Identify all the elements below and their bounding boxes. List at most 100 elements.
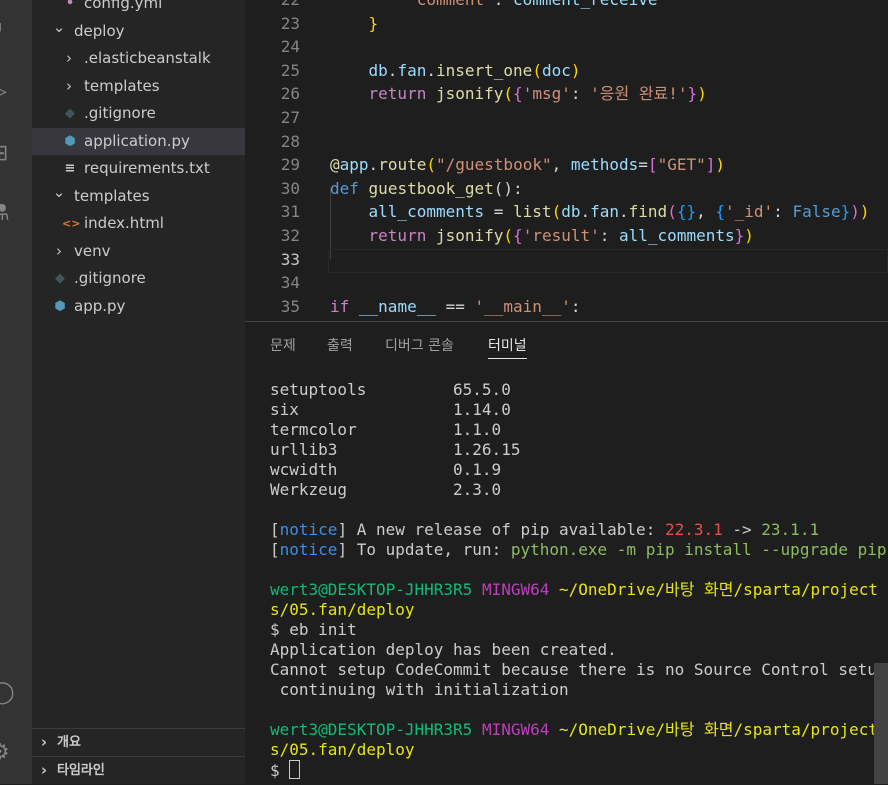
code-token: .	[619, 202, 629, 222]
terminal-text: wert3@DESKTOP-JHHR3R5	[270, 720, 473, 739]
code-token: )	[715, 155, 726, 175]
terminal-line: urllib3 1.26.15	[270, 440, 870, 460]
current-line-highlight	[328, 249, 888, 273]
timeline-section[interactable]: › 타임라인	[32, 756, 245, 784]
terminal-line: $	[270, 760, 870, 780]
terminal-line: wcwidth 0.1.9	[270, 460, 870, 480]
code-editor[interactable]: 22 'comment': comment_receive 23 } 24 25 db…	[245, 0, 888, 321]
terminal-text: ->	[722, 520, 762, 539]
explorer-item[interactable]: ◆ .gitignore	[32, 100, 245, 127]
explorer-item[interactable]: › venv	[32, 238, 245, 265]
code-line: if __name__ == '__main__':	[330, 295, 580, 319]
terminal-text: [	[270, 540, 280, 559]
explorer-item[interactable]: › .elasticbeanstalk	[32, 45, 245, 72]
terminal-text: ~/OneDrive/바탕 화면/sparta/project	[559, 580, 878, 599]
line-number: 27	[280, 108, 300, 127]
run-debug-icon[interactable]: ▷	[0, 72, 32, 112]
code-token: def	[330, 178, 359, 198]
terminal-line: setuptools 65.5.0	[270, 380, 870, 400]
terminal-text: notice	[279, 540, 338, 559]
terminal-text: ~/OneDrive/바탕 화면/sparta/project	[559, 720, 878, 739]
line-number: 34	[280, 273, 300, 293]
code-token: .	[580, 202, 591, 222]
explorer-item-label: .gitignore	[74, 269, 146, 287]
terminal-line: Cannot setup CodeCommit because there is…	[270, 660, 888, 680]
explorer-item[interactable]: › templates	[32, 73, 245, 100]
code-token: comment_receive	[513, 0, 658, 9]
terminal-text: $	[270, 761, 290, 780]
explorer-item[interactable]: <> index.html	[32, 210, 245, 237]
explorer-item-label: deploy	[74, 21, 125, 40]
code-token: return	[368, 226, 427, 245]
code-token: 'msg'	[522, 84, 571, 104]
explorer-item-label: index.html	[84, 214, 164, 232]
explorer-item-label: application.py	[84, 131, 190, 150]
accounts-icon[interactable]: ◯	[0, 673, 32, 713]
code-token: all_comments	[619, 226, 735, 245]
terminal-text: MINGW64	[481, 720, 550, 739]
explorer-item[interactable]: ⌄ deploy	[32, 18, 245, 45]
code-token: {}	[676, 202, 697, 222]
testing-icon[interactable]: ⚗	[0, 194, 32, 234]
terminal-line: continuing with initialization	[270, 680, 870, 700]
terminal-text: wert3@DESKTOP-JHHR3R5	[270, 580, 473, 599]
code-token: {	[513, 226, 523, 245]
explorer-item-label: templates	[84, 76, 160, 95]
explorer-item-label: app.py	[74, 296, 126, 315]
timeline-section-label: 타임라인	[57, 763, 105, 778]
terminal-text: ] A new release of pip available:	[337, 520, 665, 539]
code-token: :	[570, 84, 591, 104]
code-token: )	[744, 226, 754, 245]
tab-debug-console[interactable]: 디버그 콘솔	[385, 334, 454, 358]
file-type-icon: <>	[62, 217, 81, 230]
terminal-text: Werkzeug 2.3.0	[270, 480, 502, 499]
code-token: insert_one	[435, 60, 533, 80]
explorer-item[interactable]: ⌄ templates	[32, 183, 245, 210]
explorer-item-label: config.yml	[84, 0, 163, 12]
terminal-output[interactable]: setuptools 65.5.0 six 1.14.0 termcolor 1.1…	[270, 380, 888, 780]
explorer-item[interactable]: ⬢ app.py	[32, 293, 245, 320]
code-token: {	[513, 84, 523, 104]
manage-gear-icon[interactable]: ⚙	[0, 733, 32, 773]
terminal-text: urllib3 1.26.15	[270, 440, 521, 459]
tab-output[interactable]: 출력	[327, 334, 353, 358]
extensions-icon[interactable]: ⊞	[0, 134, 32, 174]
explorer-item-label: .gitignore	[84, 104, 156, 122]
terminal-text: s/05.fan/deploy	[270, 740, 415, 759]
code-token: all_comments	[368, 202, 485, 222]
code-token: }	[840, 202, 851, 222]
code-token: "GET"	[657, 155, 706, 175]
code-line: 'comment': comment_receive	[330, 0, 658, 12]
source-control-icon[interactable]: ⑂	[0, 12, 32, 52]
code-token: ,	[696, 202, 716, 222]
outline-section[interactable]: › 개요	[32, 728, 245, 756]
code-token: list	[513, 202, 552, 222]
code-token: jsonify	[435, 84, 504, 104]
code-token: =	[638, 155, 648, 175]
tab-terminal[interactable]: 터미널	[488, 334, 527, 359]
terminal-line: six 1.14.0	[270, 400, 870, 420]
tab-problems[interactable]: 문제	[270, 334, 296, 358]
line-number: 30	[280, 178, 300, 198]
code-token: .	[368, 155, 379, 175]
code-token: fan	[590, 202, 620, 222]
terminal-text: python.exe -m pip install --upgrade pip	[510, 540, 887, 559]
explorer-item-label: requirements.txt	[84, 159, 210, 177]
terminal-line: Werkzeug 2.3.0	[270, 480, 870, 500]
explorer-item-label: templates	[74, 186, 150, 205]
terminal-scrollbar[interactable]	[874, 663, 888, 784]
line-number: 24	[280, 37, 300, 57]
line-number: 28	[280, 131, 300, 151]
explorer-item[interactable]: ⬢ application.py	[32, 127, 245, 155]
explorer-item[interactable]: ◆ .gitignore	[32, 265, 245, 292]
